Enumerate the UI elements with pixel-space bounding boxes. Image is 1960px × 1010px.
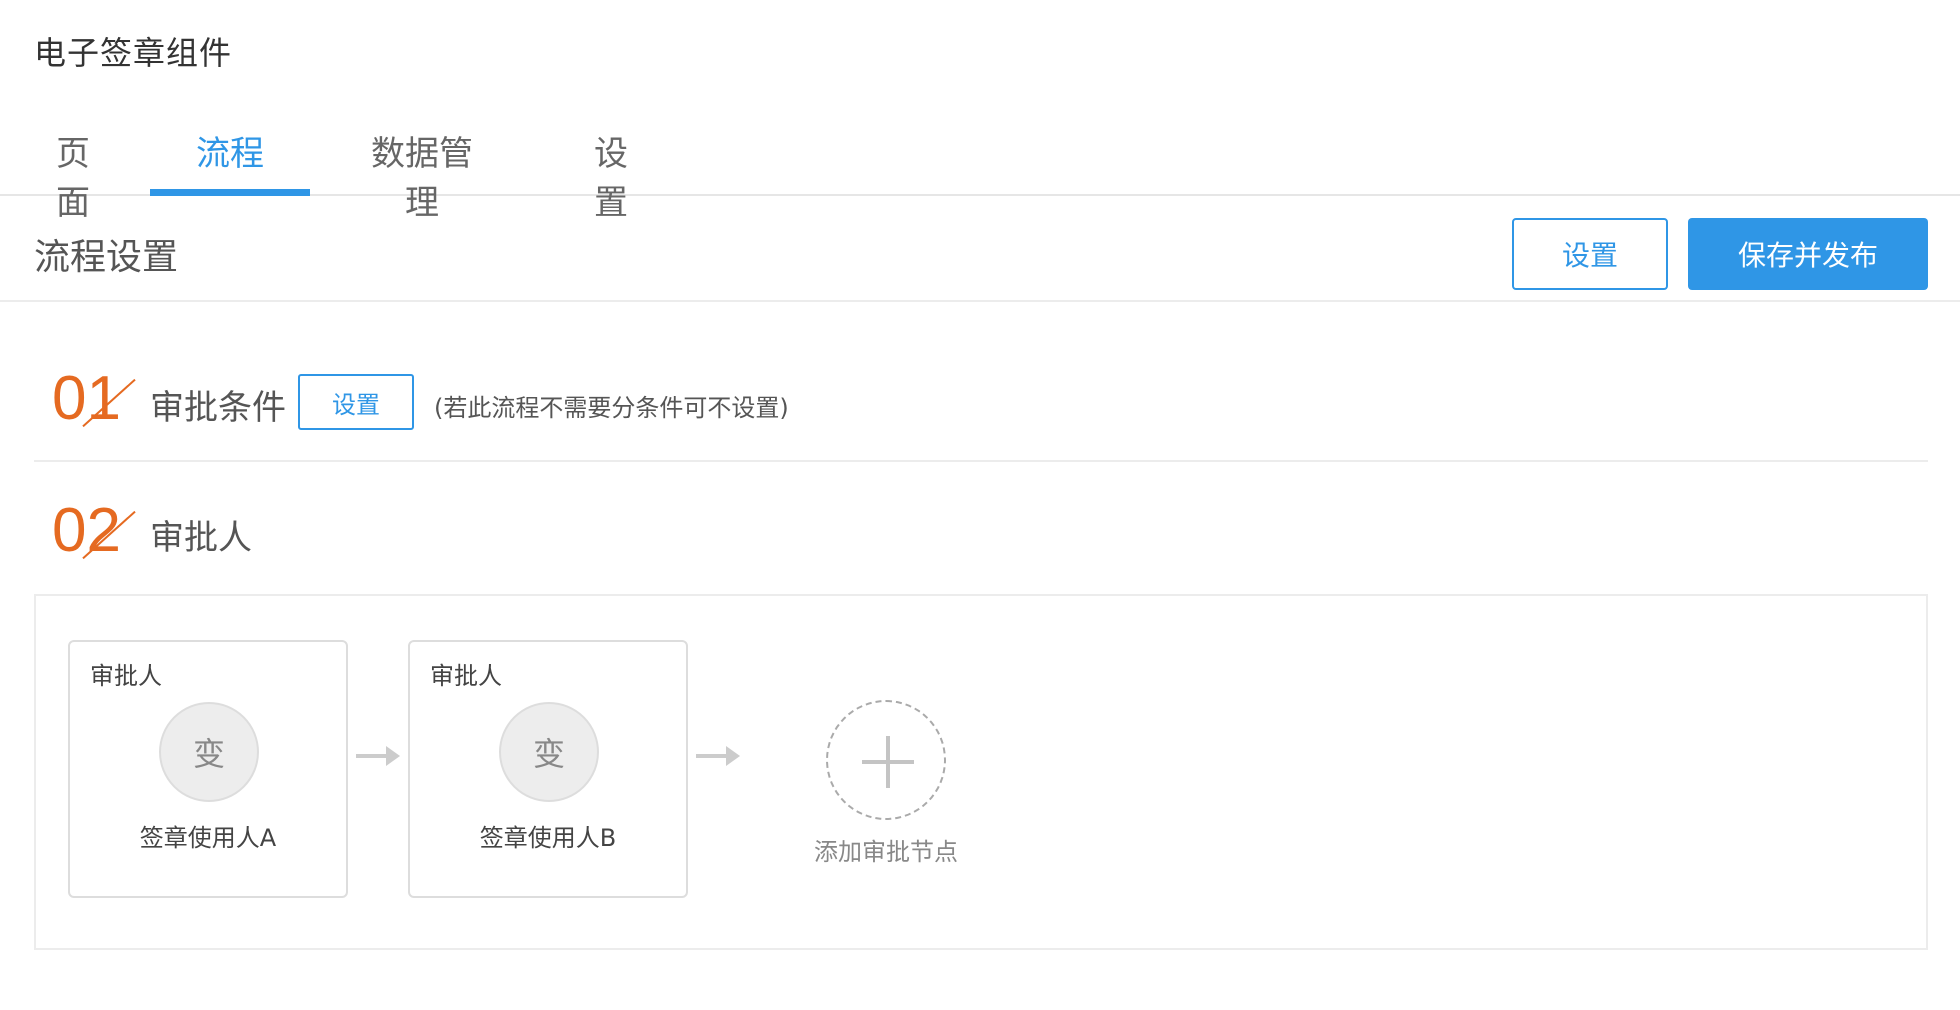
- arrow-right-icon: [356, 746, 400, 766]
- conditions-settings-button[interactable]: 设置: [298, 374, 414, 430]
- tab-bar: 页面 流程 数据管理 设置: [0, 100, 1960, 223]
- plus-icon: [886, 736, 890, 788]
- add-node-button[interactable]: [826, 700, 946, 820]
- step-label: 审批条件: [150, 388, 286, 428]
- step-conditions: 01 审批条件 设置 (若此流程不需要分条件可不设置): [34, 302, 1928, 462]
- step-label: 审批人: [150, 518, 252, 558]
- save-publish-button[interactable]: 保存并发布: [1688, 218, 1928, 290]
- approval-node[interactable]: 审批人 变 签章使用人A: [68, 640, 348, 898]
- page-title: 流程设置: [34, 237, 179, 278]
- tab-data-management[interactable]: 数据管理: [356, 126, 488, 223]
- conditions-hint: (若此流程不需要分条件可不设置): [434, 394, 789, 422]
- approval-node[interactable]: 审批人 变 签章使用人B: [408, 640, 688, 898]
- arrow-right-icon: [696, 746, 740, 766]
- tab-settings[interactable]: 设置: [578, 126, 644, 223]
- active-tab-indicator: [150, 189, 310, 196]
- node-type-label: 审批人: [90, 662, 162, 690]
- node-type-label: 审批人: [430, 662, 502, 690]
- avatar: 变: [499, 702, 599, 802]
- add-node-label: 添加审批节点: [814, 838, 958, 866]
- node-name: 签章使用人A: [139, 824, 277, 852]
- tab-page[interactable]: 页面: [40, 126, 106, 223]
- section-header: 流程设置 设置 保存并发布: [0, 198, 1960, 302]
- node-name: 签章使用人B: [479, 824, 617, 852]
- app-title: 电子签章组件: [34, 34, 233, 72]
- approval-flow-panel: 审批人 变 签章使用人A 审批人 变 签章使用人B 添加审批节点: [34, 594, 1928, 950]
- settings-button[interactable]: 设置: [1512, 218, 1668, 290]
- avatar: 变: [159, 702, 259, 802]
- tab-process[interactable]: 流程: [150, 126, 310, 196]
